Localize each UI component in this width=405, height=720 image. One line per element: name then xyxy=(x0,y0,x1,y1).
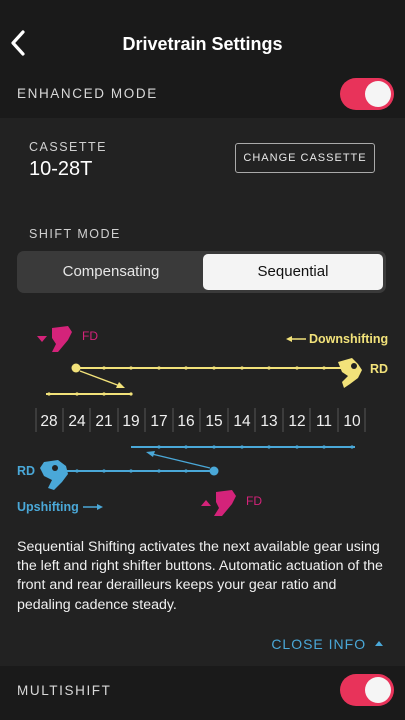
multishift-label: MULTISHIFT xyxy=(17,683,112,698)
enhanced-mode-row: ENHANCED MODE xyxy=(0,72,405,118)
cog-label: 12 xyxy=(288,413,305,430)
rd-label-yellow: RD xyxy=(370,362,388,376)
fd-label-top: FD xyxy=(82,329,98,343)
upshift-arrow-icon xyxy=(83,504,103,510)
rear-derailleur-icon-blue xyxy=(40,460,68,490)
info-text: Sequential Shifting activates the next a… xyxy=(17,539,383,613)
multishift-toggle[interactable] xyxy=(340,674,394,706)
cog-label: 17 xyxy=(150,413,167,430)
cog-label: 14 xyxy=(233,413,251,430)
tab-compensating[interactable]: Compensating xyxy=(20,254,202,290)
cog-label: 19 xyxy=(122,413,139,430)
upshifting-label: Upshifting xyxy=(17,500,79,514)
enhanced-mode-label: ENHANCED MODE xyxy=(17,86,158,101)
change-cassette-button[interactable]: CHANGE CASSETTE xyxy=(235,143,375,173)
enhanced-mode-toggle[interactable] xyxy=(340,78,394,110)
sequential-shift-diagram: FD Downshifting RD 28 24 21 19 17 16 15 xyxy=(17,326,388,516)
toggle-knob xyxy=(365,81,391,107)
cog-label: 16 xyxy=(177,413,194,430)
downshift-arrow-icon xyxy=(286,336,306,342)
downshifting-label: Downshifting xyxy=(309,332,388,346)
close-info-label: CLOSE INFO xyxy=(271,636,367,652)
rear-derailleur-icon-yellow xyxy=(338,358,362,388)
cog-label: 28 xyxy=(40,413,57,430)
cog-label: 15 xyxy=(205,413,222,430)
front-derailleur-icon-top xyxy=(37,326,72,352)
app-header: Drivetrain Settings xyxy=(0,0,405,72)
shift-mode-segmented-control: Compensating Sequential xyxy=(17,251,386,293)
cog-label: 21 xyxy=(95,413,112,430)
shift-mode-label: SHIFT MODE xyxy=(29,227,121,241)
cog-label: 10 xyxy=(343,413,361,430)
close-info-button[interactable]: CLOSE INFO xyxy=(271,636,383,652)
cog-label: 13 xyxy=(260,413,277,430)
cassette-label: CASSETTE xyxy=(29,140,107,154)
cassette-value: 10-28T xyxy=(29,158,93,180)
multishift-row: MULTISHIFT xyxy=(0,666,405,720)
tab-sequential[interactable]: Sequential xyxy=(203,254,383,290)
front-derailleur-icon-bottom xyxy=(201,490,236,516)
fd-label-bottom: FD xyxy=(246,494,262,508)
page-title: Drivetrain Settings xyxy=(122,34,283,54)
caret-up-icon xyxy=(375,640,383,646)
cog-label: 24 xyxy=(68,413,86,430)
rd-label-blue: RD xyxy=(17,464,35,478)
cog-label: 11 xyxy=(316,413,332,430)
toggle-knob xyxy=(365,677,391,703)
